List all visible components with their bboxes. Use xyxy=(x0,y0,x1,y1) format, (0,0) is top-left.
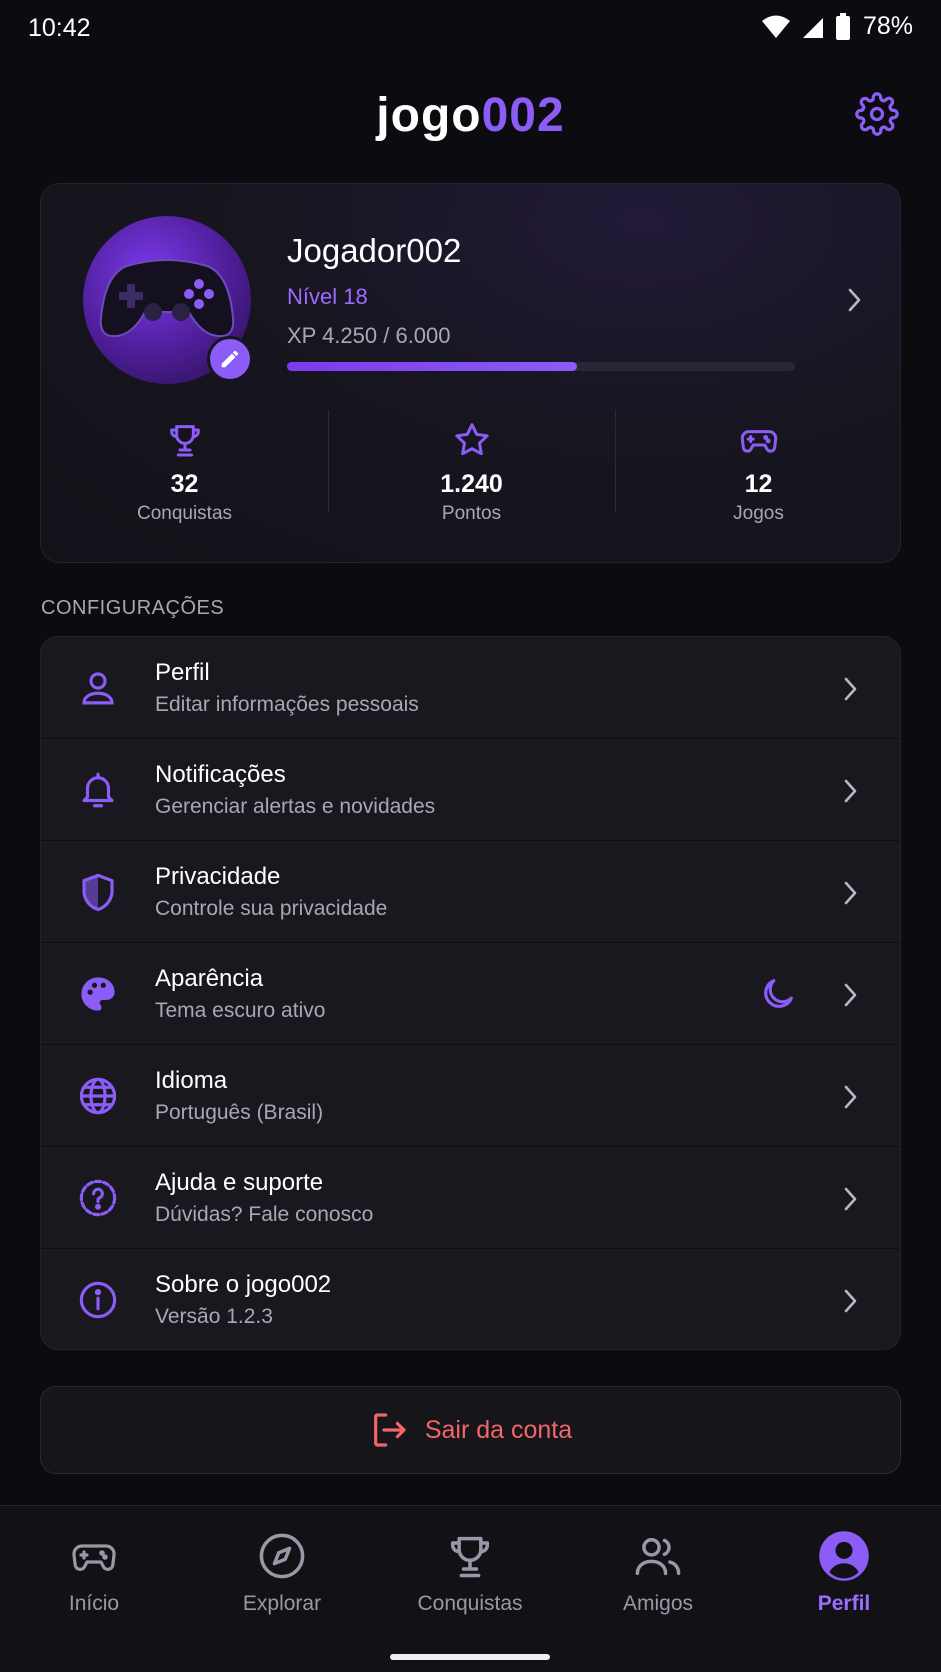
profile-icon xyxy=(819,1531,869,1581)
chevron-right-icon xyxy=(838,1286,862,1321)
nav-item-explore[interactable]: Explorar xyxy=(188,1528,376,1616)
nav-label: Perfil xyxy=(817,1592,871,1615)
nav-item-profile[interactable]: Perfil xyxy=(750,1528,938,1616)
stat-label: Pontos xyxy=(441,503,502,524)
settings-list: Perfil Editar informações pessoais Notif… xyxy=(40,636,901,1350)
settings-item-subtitle: Versão 1.2.3 xyxy=(155,1305,273,1328)
xp-progress-fill xyxy=(287,362,577,371)
settings-item-title: Idioma xyxy=(155,1067,228,1094)
stat-games[interactable]: 12 Jogos xyxy=(615,410,902,530)
nav-item-home[interactable]: Início xyxy=(0,1528,188,1616)
gamepad-icon xyxy=(740,430,777,453)
logout-button[interactable]: Sair da conta xyxy=(40,1386,901,1474)
logout-icon xyxy=(373,1413,406,1447)
bottom-nav: Início Explorar Conquistas Amigos Perfil xyxy=(0,1505,941,1672)
settings-item-about[interactable]: Sobre o jogo002 Versão 1.2.3 xyxy=(41,1249,900,1349)
settings-item-title: Notificações xyxy=(155,761,286,788)
status-time: 10:42 xyxy=(28,14,91,42)
stat-value: 32 xyxy=(170,470,199,498)
user-icon xyxy=(82,672,114,705)
chevron-right-icon xyxy=(838,1184,862,1219)
trophy-icon xyxy=(450,1536,490,1578)
globe-icon xyxy=(79,1077,117,1115)
palette-icon xyxy=(81,977,115,1011)
status-bar: 10:42 78% xyxy=(0,0,941,60)
settings-button[interactable] xyxy=(855,92,899,136)
stat-points[interactable]: 1.240 Pontos xyxy=(328,410,615,530)
settings-item-appearance[interactable]: Aparência Tema escuro ativo xyxy=(41,943,900,1045)
nav-label: Início xyxy=(68,1592,120,1615)
battery-percentage: 78% xyxy=(862,12,913,40)
bell-icon xyxy=(82,772,114,808)
settings-item-subtitle: Editar informações pessoais xyxy=(155,693,419,716)
settings-screen: 10:42 78% jogo002 Jogador002 Nível 18 XP… xyxy=(0,0,941,1672)
battery-icon xyxy=(835,12,851,41)
stat-label: Jogos xyxy=(733,503,784,524)
home-indicator[interactable] xyxy=(390,1654,550,1660)
xp-progress-bar xyxy=(287,362,795,371)
gear-icon xyxy=(855,92,899,136)
chevron-right-icon xyxy=(838,1082,862,1117)
settings-item-title: Aparência xyxy=(155,965,264,992)
nav-item-achievements[interactable]: Conquistas xyxy=(376,1528,564,1616)
stat-achievements[interactable]: 32 Conquistas xyxy=(41,420,328,530)
profile-card[interactable]: Jogador002 Nível 18 XP 4.250 / 6.000 32 … xyxy=(40,183,901,563)
settings-item-notifications[interactable]: Notificações Gerenciar alertas e novidad… xyxy=(41,739,900,841)
status-indicators: 78% xyxy=(761,12,913,41)
pencil-icon xyxy=(221,350,239,368)
nav-label: Amigos xyxy=(622,1592,694,1615)
chevron-right-icon xyxy=(838,776,862,811)
profile-chevron-icon[interactable] xyxy=(842,284,866,321)
settings-item-subtitle: Português (Brasil) xyxy=(155,1101,324,1124)
app-header: jogo002 xyxy=(0,78,941,152)
settings-item-subtitle: Controle sua privacidade xyxy=(155,897,388,920)
player-name: Jogador002 xyxy=(287,232,462,269)
settings-item-title: Perfil xyxy=(155,659,210,686)
shield-icon xyxy=(82,873,114,912)
moon-icon xyxy=(758,974,798,1019)
trophy-icon xyxy=(169,425,200,457)
logo-text-primary: jogo xyxy=(376,89,482,142)
gamepad-icon xyxy=(99,259,235,338)
settings-item-title: Ajuda e suporte xyxy=(155,1169,324,1196)
stats-row: 32 Conquistas 1.240 Pontos 12 Jogos xyxy=(41,410,902,530)
nav-label: Conquistas xyxy=(417,1592,523,1615)
logo-text-accent: 002 xyxy=(481,89,565,142)
settings-item-profile[interactable]: Perfil Editar informações pessoais xyxy=(41,637,900,739)
users-icon xyxy=(635,1538,681,1576)
stat-value: 1.240 xyxy=(440,470,503,498)
chevron-right-icon xyxy=(838,674,862,709)
settings-item-privacy[interactable]: Privacidade Controle sua privacidade xyxy=(41,841,900,943)
section-title: CONFIGURAÇÕES xyxy=(41,597,225,619)
stat-label: Conquistas xyxy=(136,503,233,524)
nav-item-friends[interactable]: Amigos xyxy=(564,1528,752,1616)
chevron-right-icon xyxy=(838,980,862,1015)
player-level: Nível 18 xyxy=(287,284,368,309)
info-icon xyxy=(79,1281,117,1319)
chevron-right-icon xyxy=(838,878,862,913)
signal-icon xyxy=(801,15,825,39)
settings-item-title: Sobre o jogo002 xyxy=(155,1271,332,1298)
nav-label: Explorar xyxy=(242,1592,322,1615)
settings-item-language[interactable]: Idioma Português (Brasil) xyxy=(41,1045,900,1147)
logout-label: Sair da conta xyxy=(424,1415,573,1444)
gamepad-icon xyxy=(72,1544,116,1571)
stat-value: 12 xyxy=(744,470,773,498)
compass-icon xyxy=(259,1533,305,1579)
settings-item-subtitle: Tema escuro ativo xyxy=(155,999,326,1022)
settings-item-help[interactable]: Ajuda e suporte Dúvidas? Fale conosco xyxy=(41,1147,900,1249)
player-xp: XP 4.250 / 6.000 xyxy=(287,323,451,348)
settings-item-subtitle: Dúvidas? Fale conosco xyxy=(155,1203,374,1226)
help-icon xyxy=(79,1179,117,1217)
edit-avatar-button[interactable] xyxy=(207,336,253,382)
wifi-icon xyxy=(761,15,791,39)
app-logo: jogo002 xyxy=(0,88,941,143)
star-icon xyxy=(454,423,489,456)
settings-item-title: Privacidade xyxy=(155,863,281,890)
settings-item-subtitle: Gerenciar alertas e novidades xyxy=(155,795,436,818)
